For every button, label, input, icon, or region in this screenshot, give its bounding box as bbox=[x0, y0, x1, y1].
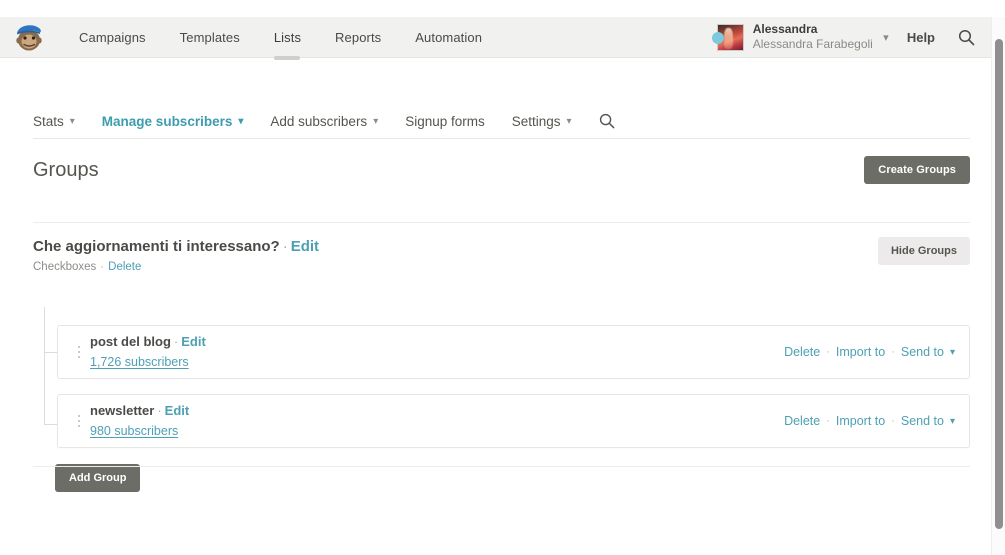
nav-item-reports[interactable]: Reports bbox=[318, 17, 398, 58]
nav-label: Campaigns bbox=[79, 29, 146, 45]
group-subscribers-link[interactable]: 980 subscribers bbox=[90, 424, 178, 438]
group-delete-link[interactable]: Delete bbox=[784, 414, 820, 428]
separator: · bbox=[173, 333, 179, 349]
group-row[interactable]: post del blog · Edit 1,726 subscribers Del… bbox=[57, 325, 970, 379]
nav-item-automation[interactable]: Automation bbox=[398, 17, 499, 58]
subnav-item-manage-subscribers[interactable]: Manage subscribers ▾ bbox=[102, 114, 244, 129]
group-set-delete-link[interactable]: Delete bbox=[108, 261, 141, 273]
avatar[interactable] bbox=[711, 23, 744, 51]
account-menu[interactable]: Alessandra Alessandra Farabegoli bbox=[753, 22, 873, 52]
group-info: post del blog · Edit 1,726 subscribers bbox=[90, 333, 206, 372]
nav-item-templates[interactable]: Templates bbox=[163, 17, 257, 58]
separator: · bbox=[891, 415, 895, 427]
hide-groups-button[interactable]: Hide Groups bbox=[877, 237, 970, 265]
nav-label: Templates bbox=[179, 29, 240, 45]
separator: · bbox=[100, 260, 105, 273]
subnav-item-settings[interactable]: Settings ▾ bbox=[512, 114, 572, 129]
nav-label: Lists bbox=[273, 29, 302, 45]
help-link[interactable]: Help bbox=[907, 30, 935, 45]
group-set-meta: Checkboxes · Delete bbox=[33, 261, 319, 273]
separator: · bbox=[826, 415, 830, 427]
subnav-label: Settings bbox=[511, 113, 561, 129]
subnav-label: Add subscribers bbox=[270, 113, 368, 129]
separator: · bbox=[826, 346, 830, 358]
divider-bottom bbox=[33, 466, 970, 467]
scrollbar-thumb[interactable] bbox=[995, 39, 1003, 529]
group-import-to-link[interactable]: Import to bbox=[836, 345, 885, 359]
add-group-button[interactable]: Add Group bbox=[55, 464, 141, 492]
drag-handle-icon[interactable] bbox=[68, 415, 90, 427]
group-set-type: Checkboxes bbox=[33, 260, 97, 273]
group-row[interactable]: newsletter · Edit 980 subscribers Delete ·… bbox=[57, 394, 970, 448]
subnav-item-signup-forms[interactable]: Signup forms bbox=[405, 114, 485, 129]
divider-top bbox=[33, 222, 970, 223]
app-window: Campaigns Templates Lists Reports Automa… bbox=[0, 17, 1005, 555]
group-subscribers-link[interactable]: 1,726 subscribers bbox=[90, 355, 189, 369]
top-right-controls: Alessandra Alessandra Farabegoli ▾ Help bbox=[711, 17, 991, 58]
group-edit-link[interactable]: Edit bbox=[165, 403, 190, 418]
group-subscriber-suffix: subscribers bbox=[114, 423, 179, 438]
mailchimp-freddie-logo[interactable] bbox=[12, 22, 46, 52]
subnav-label: Manage subscribers bbox=[101, 113, 233, 129]
status-dot-icon bbox=[711, 31, 724, 44]
chevron-down-icon[interactable]: ▾ bbox=[950, 347, 955, 358]
chevron-down-icon: ▾ bbox=[69, 115, 75, 127]
subnav-label: Signup forms bbox=[405, 113, 485, 129]
group-subscriber-count: 1,726 bbox=[90, 354, 122, 369]
group-edit-link[interactable]: Edit bbox=[181, 334, 206, 349]
group-actions: Delete · Import to · Send to ▾ bbox=[784, 345, 955, 359]
tree-vertical-line bbox=[44, 307, 45, 425]
separator: · bbox=[282, 238, 288, 255]
subnav-item-add-subscribers[interactable]: Add subscribers ▾ bbox=[270, 114, 378, 129]
list-subnav: Stats ▾ Manage subscribers ▾ Add subscri… bbox=[33, 104, 970, 139]
create-groups-button[interactable]: Create Groups bbox=[864, 156, 970, 184]
groups-header: Groups Create Groups bbox=[33, 156, 970, 184]
group-name-line: newsletter · Edit bbox=[90, 402, 189, 421]
separator: · bbox=[157, 402, 162, 418]
vertical-scrollbar[interactable] bbox=[991, 17, 1005, 555]
group-name: post del blog bbox=[90, 333, 171, 349]
group-set-header: Che aggiornamenti ti interessano? · Edit C… bbox=[33, 237, 970, 273]
nav-label: Reports bbox=[335, 29, 382, 45]
group-delete-link[interactable]: Delete bbox=[784, 345, 820, 359]
tree-branch-line bbox=[44, 424, 57, 425]
nav-item-lists[interactable]: Lists bbox=[257, 17, 318, 58]
group-name: newsletter bbox=[90, 402, 155, 418]
group-info: newsletter · Edit 980 subscribers bbox=[90, 402, 189, 441]
separator: · bbox=[891, 346, 895, 358]
search-icon[interactable] bbox=[957, 28, 975, 46]
nav-item-campaigns[interactable]: Campaigns bbox=[62, 17, 163, 58]
group-subscriber-count: 980 bbox=[90, 423, 111, 438]
nav-label: Automation bbox=[415, 29, 483, 45]
chevron-down-icon: ▾ bbox=[238, 115, 244, 127]
subnav-label: Stats bbox=[33, 113, 64, 129]
group-subscribers-line: 980 subscribers bbox=[90, 422, 189, 441]
main-nav: Campaigns Templates Lists Reports Automa… bbox=[62, 17, 499, 58]
group-subscribers-line: 1,726 subscribers bbox=[90, 353, 206, 372]
subnav-item-stats[interactable]: Stats ▾ bbox=[33, 114, 75, 129]
top-navigation-bar: Campaigns Templates Lists Reports Automa… bbox=[0, 17, 991, 58]
group-set-title: Che aggiornamenti ti interessano? bbox=[33, 238, 280, 255]
group-name-line: post del blog · Edit bbox=[90, 333, 206, 352]
group-subscriber-suffix: subscribers bbox=[124, 354, 189, 369]
subnav-search-icon[interactable] bbox=[599, 113, 615, 129]
group-actions: Delete · Import to · Send to ▾ bbox=[784, 414, 955, 428]
group-send-to-link[interactable]: Send to bbox=[901, 345, 944, 359]
chevron-down-icon[interactable]: ▾ bbox=[950, 416, 955, 427]
groups-title: Groups bbox=[33, 158, 99, 181]
user-first-name: Alessandra bbox=[752, 22, 818, 36]
drag-handle-icon[interactable] bbox=[68, 346, 90, 358]
chevron-down-icon[interactable]: ▾ bbox=[879, 31, 893, 44]
group-send-to-link[interactable]: Send to bbox=[901, 414, 944, 428]
group-set-info: Che aggiornamenti ti interessano? · Edit C… bbox=[33, 237, 319, 273]
chevron-down-icon: ▾ bbox=[566, 115, 572, 127]
group-set-title-line: Che aggiornamenti ti interessano? · Edit bbox=[33, 237, 319, 257]
chevron-down-icon: ▾ bbox=[373, 115, 379, 127]
user-full-name: Alessandra Farabegoli bbox=[752, 37, 873, 51]
group-import-to-link[interactable]: Import to bbox=[836, 414, 885, 428]
group-set-edit-link[interactable]: Edit bbox=[291, 238, 319, 255]
tree-branch-line bbox=[44, 352, 57, 353]
